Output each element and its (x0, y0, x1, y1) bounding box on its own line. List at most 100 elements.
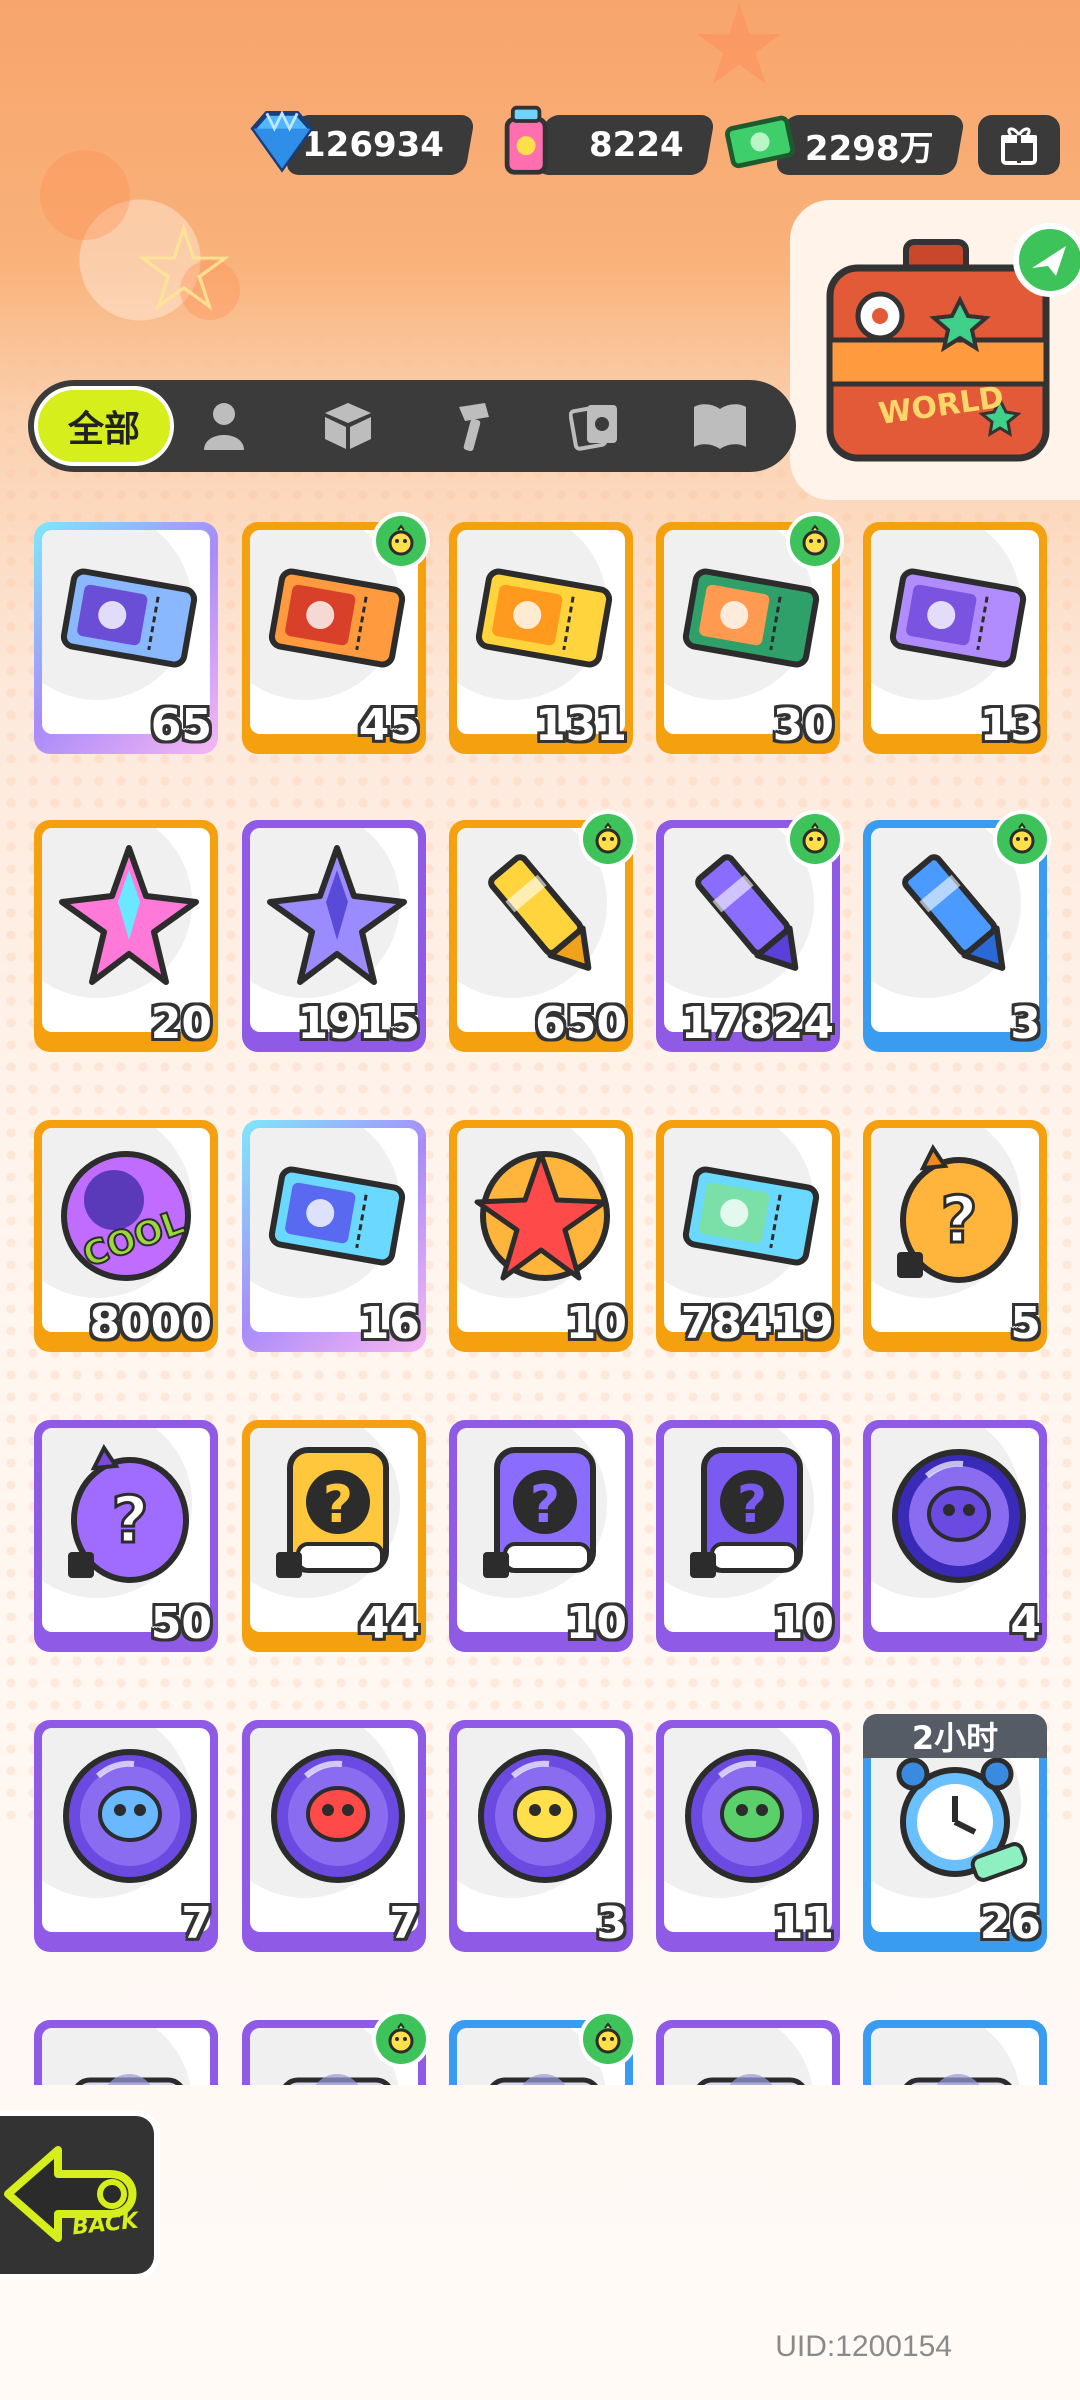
item-count: 10 (565, 1598, 627, 1649)
item-count: 7 (181, 1898, 212, 1949)
item-card[interactable]: 78419 (656, 1120, 840, 1352)
chick-seal-icon (579, 810, 637, 868)
item-count: 650 (535, 998, 627, 1049)
back-arrow-icon (4, 2146, 137, 2242)
item-count: 3 (1010, 998, 1041, 1049)
item-card[interactable]: 3 (449, 1720, 633, 1952)
gift-icon (1001, 127, 1037, 165)
tab-cards[interactable] (566, 396, 626, 456)
star-ticket-icon (475, 568, 613, 668)
plant-orb-icon (685, 1749, 819, 1883)
item-count: 10 (772, 1598, 834, 1649)
item-card-inner (42, 2028, 210, 2085)
lottery-ticket-icon (268, 1166, 406, 1266)
chick-seal-icon (786, 810, 844, 868)
travel-bag-button[interactable]: WORLD (790, 200, 1080, 500)
item-card-inner (664, 2028, 832, 2085)
gift-button[interactable] (978, 115, 1060, 175)
item-count: 26 (979, 1898, 1041, 1949)
item-card[interactable]: ? 44 (242, 1420, 426, 1652)
tab-books[interactable] (690, 396, 750, 456)
item-card[interactable]: ? 10 (656, 1420, 840, 1652)
item-card[interactable]: 7 (34, 1720, 218, 1952)
tab-boxes[interactable] (318, 396, 378, 456)
item-count: 1915 (297, 998, 420, 1049)
item-count: 8000 (89, 1298, 212, 1349)
purple-star-ticket-icon (889, 568, 1027, 668)
item-count: 78419 (680, 1298, 834, 1349)
item-count: 5 (1010, 1298, 1041, 1349)
item-card[interactable]: 20 (34, 820, 218, 1052)
mystery-egg-purple-icon: ? (68, 1444, 189, 1583)
item-count: 3 (596, 1898, 627, 1949)
hammer-icon (459, 403, 489, 452)
item-card[interactable]: 131 (449, 522, 633, 754)
item-card[interactable] (34, 2020, 218, 2085)
chick-seal-icon (579, 2010, 637, 2068)
chick-seal-icon (993, 810, 1051, 868)
item-card[interactable]: 1915 (242, 820, 426, 1052)
cash-icon (724, 115, 796, 169)
item-count: 30 (772, 700, 834, 751)
item-count: 17824 (680, 998, 834, 1049)
partial-item-icon (75, 2074, 183, 2085)
item-count: 65 (150, 700, 212, 751)
chick-seal-icon (372, 2010, 430, 2068)
item-count: 20 (150, 998, 212, 1049)
alarm-clock-icon (896, 1757, 1028, 1882)
tab-characters[interactable] (194, 396, 254, 456)
paint-can-icon (504, 105, 548, 175)
item-card[interactable]: ? 10 (449, 1420, 633, 1652)
tab-tools[interactable] (442, 396, 502, 456)
mystery-egg-orange-icon: ? (897, 1144, 1018, 1283)
svg-text:?: ? (940, 1184, 977, 1258)
partial-item-icon (697, 2074, 805, 2085)
item-card[interactable]: 16 (242, 1120, 426, 1352)
cash-counter[interactable]: 2298万 (774, 115, 966, 175)
back-button[interactable]: BACK (0, 2110, 160, 2280)
item-card-inner (871, 2028, 1039, 2085)
star-decoration: ☆ (130, 200, 238, 339)
tab-all[interactable]: 全部 (34, 386, 174, 466)
piranha-orb-icon (271, 1749, 405, 1883)
paint-splash (40, 150, 130, 240)
item-count: 131 (535, 700, 627, 751)
star-decoration: ★ (690, 0, 789, 109)
item-count: 44 (358, 1598, 420, 1649)
item-card[interactable]: 11 (656, 1720, 840, 1952)
item-card[interactable]: ? 50 (34, 1420, 218, 1652)
deity-mystery-purple-icon: ? (483, 1447, 596, 1578)
item-count: 50 (150, 1598, 212, 1649)
rainbow-crystal-icon (59, 845, 199, 985)
svg-text:?: ? (111, 1484, 148, 1558)
partial-item-icon (904, 2074, 1012, 2085)
travel-card-mystery-icon: ? (690, 1447, 803, 1578)
item-card[interactable] (656, 2020, 840, 2085)
diamond-icon (250, 110, 314, 173)
item-card[interactable]: COOL 8000 (34, 1120, 218, 1352)
season-ticket-icon (682, 1166, 820, 1266)
item-card[interactable]: 4 (863, 1420, 1047, 1652)
user-id: UID:1200154 (775, 2330, 952, 2363)
bat-orb-icon (892, 1449, 1026, 1583)
item-card[interactable]: 10 (449, 1120, 633, 1352)
item-count: 4 (1010, 1598, 1041, 1649)
yellow-creature-orb-icon (478, 1749, 612, 1883)
item-card[interactable]: ? 5 (863, 1120, 1047, 1352)
item-card[interactable]: 13 (863, 522, 1047, 754)
timer-badge: 2小时 (863, 1714, 1047, 1758)
chick-seal-icon (786, 512, 844, 570)
crown-ticket-icon (60, 568, 198, 668)
cool-coin-icon: COOL (61, 1151, 191, 1281)
cards-icon (569, 405, 617, 451)
item-card[interactable]: 7 (242, 1720, 426, 1952)
item-card[interactable]: 65 (34, 522, 218, 754)
item-count: 45 (358, 700, 420, 751)
item-count: 16 (358, 1298, 420, 1349)
item-grid: 65 45 131 30 13 20 1915 650 17824 3 COOL… (0, 510, 1080, 2085)
item-card[interactable] (863, 2020, 1047, 2085)
item-count: 13 (979, 700, 1041, 751)
suitcase-icon: WORLD (826, 223, 1080, 462)
deity-mystery-gold-icon: ? (276, 1447, 389, 1578)
chick-seal-icon (372, 512, 430, 570)
